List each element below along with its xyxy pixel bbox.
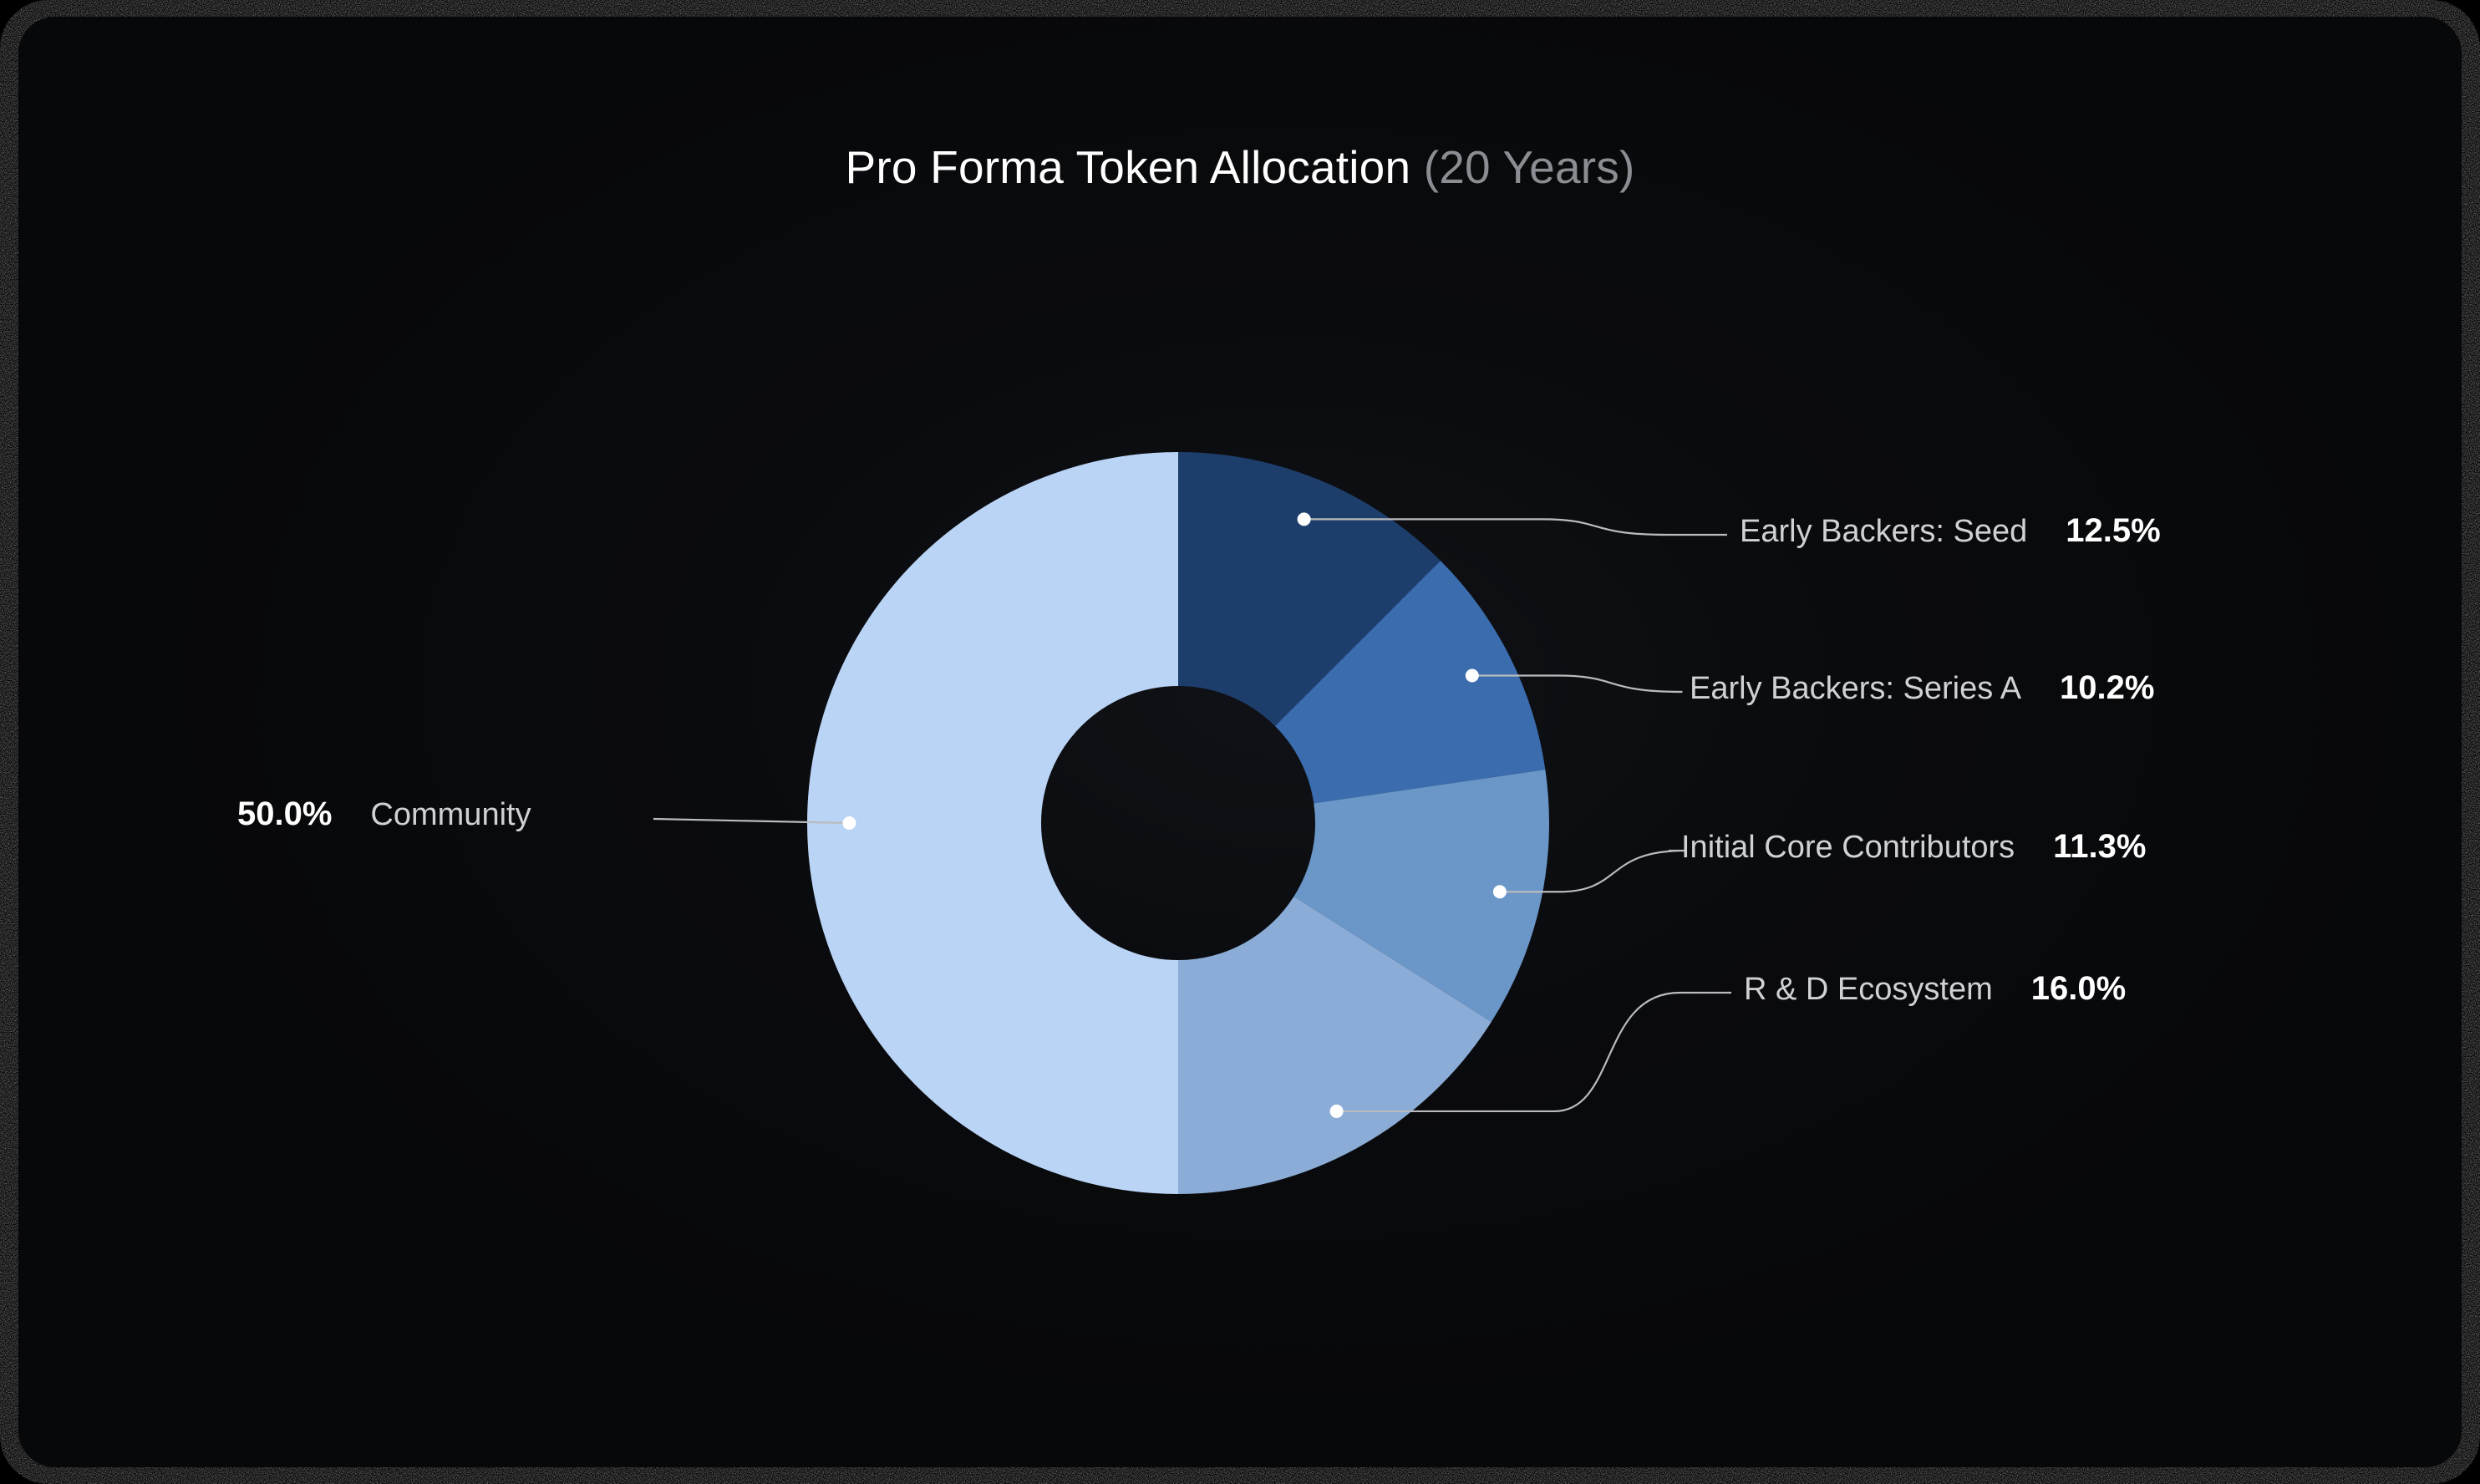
callout-label: Initial Core Contributors 11.3% xyxy=(1681,828,2146,866)
callout-label-value: 10.2% xyxy=(2060,669,2155,706)
callout-label-name: Community xyxy=(370,797,531,832)
callout-label: 50.0% Community xyxy=(237,795,531,833)
callout-label-value: 50.0% xyxy=(237,795,333,832)
donut-slice[interactable] xyxy=(807,452,1178,1194)
callout-anchor-dot xyxy=(1465,668,1479,683)
callout-anchor-dot xyxy=(1329,1104,1344,1118)
donut-chart xyxy=(653,452,1731,1194)
callout-label-value: 11.3% xyxy=(2053,828,2147,865)
callout-label-value: 12.5% xyxy=(2066,512,2161,549)
callout-label-name: Early Backers: Seed xyxy=(1740,514,2028,549)
callout-anchor-dot xyxy=(1492,885,1507,899)
callout-label: Early Backers: Seed 12.5% xyxy=(1740,512,2161,550)
callout-anchor-dot xyxy=(1297,512,1311,526)
callout-label: R & D Ecosystem 16.0% xyxy=(1744,970,2126,1008)
callout-label-value: 16.0% xyxy=(2030,970,2127,1007)
callout-label-name: R & D Ecosystem xyxy=(1744,972,1993,1007)
callout-label-name: Early Backers: Series A xyxy=(1690,671,2022,706)
callout-label: Early Backers: Series A 10.2% xyxy=(1690,669,2154,707)
chart-panel: Pro Forma Token Allocation (20 Years) Ea… xyxy=(18,17,2462,1467)
chart-stage xyxy=(18,17,2462,1467)
donut-slices xyxy=(807,452,1550,1194)
callout-label-name: Initial Core Contributors xyxy=(1681,830,2015,865)
callout-anchor-dot xyxy=(842,816,856,830)
